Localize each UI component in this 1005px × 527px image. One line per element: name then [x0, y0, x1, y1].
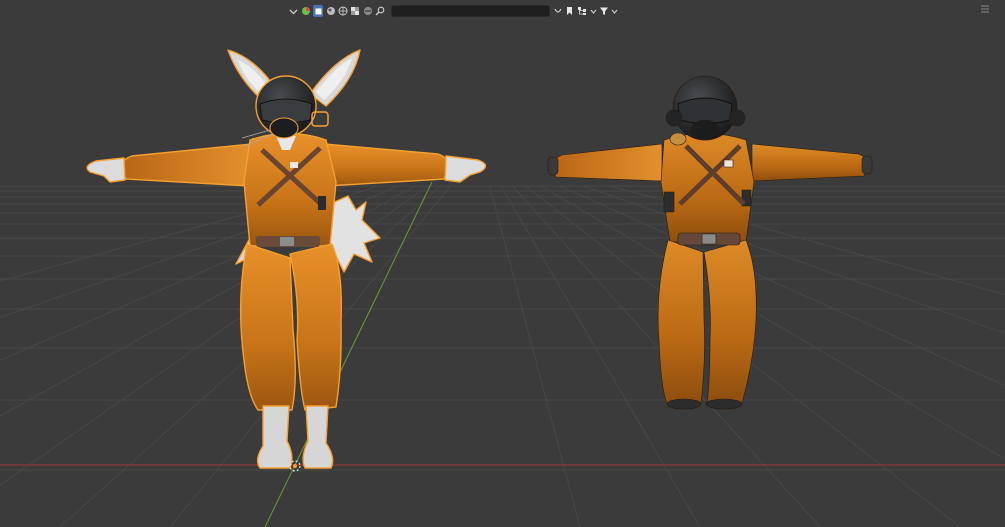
- oxygen-mask: [690, 119, 720, 141]
- left-glove: [547, 156, 559, 176]
- texture-icon[interactable]: [350, 5, 360, 17]
- torso: [660, 133, 755, 243]
- left-leg: [657, 239, 705, 404]
- right-glove: [861, 155, 873, 175]
- left-arm: [121, 143, 253, 187]
- chest-badge: [723, 159, 734, 168]
- chevron-down-icon[interactable]: [288, 5, 298, 17]
- search-input[interactable]: [390, 5, 551, 17]
- viewport-header: [288, 3, 618, 19]
- grid-line-radial: [582, 185, 1005, 334]
- search-icon: [375, 5, 385, 17]
- object-icon[interactable]: [312, 5, 324, 17]
- left-hand: [86, 157, 126, 183]
- material-icon[interactable]: [325, 5, 335, 17]
- clear-icon[interactable]: [552, 5, 562, 17]
- texture-node-icon[interactable]: [363, 5, 373, 17]
- right-hand: [444, 155, 487, 183]
- 3d-viewport[interactable]: [0, 0, 1005, 527]
- right-arm: [751, 143, 869, 182]
- chest-badge: [290, 162, 298, 168]
- left-arm: [551, 143, 663, 182]
- hierarchy-icon[interactable]: [577, 5, 587, 17]
- left-earphone: [665, 109, 683, 127]
- left-foot: [256, 405, 293, 469]
- world-icon[interactable]: [338, 5, 348, 17]
- belt-buckle: [701, 233, 717, 245]
- scene-icon[interactable]: [300, 5, 310, 17]
- left-boot: [666, 398, 702, 410]
- left-leg: [239, 243, 296, 411]
- fox-character[interactable]: [86, 49, 487, 469]
- grid-line-radial: [489, 185, 581, 527]
- filter-icon[interactable]: [599, 5, 609, 17]
- bookmark-icon[interactable]: [565, 5, 575, 17]
- right-earphone: [728, 109, 746, 127]
- right-leg: [703, 239, 757, 404]
- right-arm: [323, 143, 449, 187]
- chevron-down-icon[interactable]: [590, 5, 597, 17]
- belt-buckle: [280, 237, 294, 246]
- floor-grid: [0, 185, 1005, 527]
- goggle-strap: [669, 132, 687, 146]
- options-icon[interactable]: [978, 0, 992, 13]
- right-leg: [289, 243, 342, 411]
- backpack-strap: [318, 196, 326, 210]
- backpack-left: [663, 191, 675, 213]
- human-character[interactable]: [547, 75, 873, 410]
- right-foot: [302, 405, 334, 469]
- grid-line-radial: [560, 185, 1005, 387]
- torso: [243, 132, 337, 247]
- chevron-down-icon[interactable]: [611, 5, 618, 17]
- right-boot: [705, 398, 743, 410]
- grid-line-radial: [540, 185, 1005, 460]
- helmet-visor: [677, 97, 733, 124]
- oxygen-mask: [269, 117, 299, 139]
